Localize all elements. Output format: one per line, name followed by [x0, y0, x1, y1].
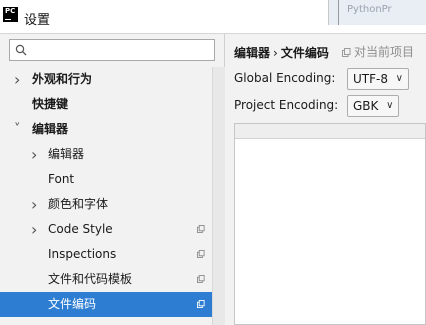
chevron-right-icon[interactable]: ›	[14, 67, 20, 92]
path-encoding-table[interactable]	[234, 123, 426, 325]
sidebar-item-label: 文件编码	[48, 297, 97, 311]
sidebar-item-label: 外观和行为	[32, 72, 93, 86]
sidebar-item[interactable]: › 编辑器	[0, 142, 224, 167]
sidebar-item-label: 快捷键	[32, 97, 69, 111]
background-window-text: PythonPr	[347, 4, 392, 15]
sidebar-item-label: 编辑器	[32, 122, 69, 136]
project-encoding-value: GBK	[353, 99, 379, 113]
sidebar-item[interactable]: 文件编码	[0, 292, 224, 317]
sidebar-item-label: Font	[48, 172, 75, 186]
sidebar-item[interactable]: ˅ 编辑器	[0, 117, 224, 142]
breadcrumb-parent: 编辑器	[234, 46, 271, 60]
global-encoding-label: Global Encoding:	[234, 71, 336, 85]
sidebar-scrollbar[interactable]	[212, 67, 225, 325]
project-copy-icon	[197, 275, 205, 283]
global-encoding-dropdown[interactable]: UTF-8 ∨	[347, 68, 409, 90]
global-encoding-value: UTF-8	[353, 72, 388, 86]
project-encoding-dropdown[interactable]: GBK ∨	[347, 95, 400, 117]
project-copy-icon	[197, 250, 205, 258]
project-copy-icon	[342, 48, 351, 57]
project-scope-note: 对当前项目	[342, 43, 414, 60]
chevron-right-icon[interactable]: ›	[31, 217, 37, 242]
settings-content: 编辑器 › 文件编码 对当前项目 Global Encoding: UTF-8 ∨ …	[225, 34, 426, 325]
breadcrumb: 编辑器 › 文件编码	[234, 44, 329, 61]
sidebar-item-label: 颜色和字体	[48, 197, 109, 211]
sidebar-item[interactable]: › 颜色和字体	[0, 192, 224, 217]
window-title: 设置	[24, 13, 51, 28]
chevron-right-icon[interactable]: ›	[31, 142, 37, 167]
app-icon-text: PC	[5, 7, 16, 15]
sidebar-item[interactable]: Font	[0, 167, 224, 192]
project-copy-icon	[197, 225, 205, 233]
breadcrumb-separator: ›	[273, 46, 278, 60]
sidebar-item-label: 文件和代码模板	[48, 272, 133, 286]
table-header	[235, 124, 425, 139]
settings-sidebar: › 外观和行为快捷键 ˅ 编辑器 › 编辑器 Font › 颜色和字体 › Code Style In…	[0, 34, 225, 325]
sidebar-item[interactable]: 文件和代码模板	[0, 267, 224, 292]
pycharm-app-icon: PC	[3, 7, 18, 22]
chevron-down-icon[interactable]: ˅	[14, 117, 21, 142]
search-input[interactable]	[9, 39, 215, 61]
title-bar: PC 设置 PythonPr	[0, 0, 426, 34]
sidebar-item-label: Inspections	[48, 247, 117, 261]
project-encoding-label: Project Encoding:	[234, 98, 339, 112]
sidebar-item-label: Code Style	[48, 222, 113, 236]
breadcrumb-current: 文件编码	[280, 46, 329, 60]
sidebar-item[interactable]: 快捷键	[0, 92, 224, 117]
sidebar-item[interactable]: › Code Style	[0, 217, 224, 242]
chevron-right-icon[interactable]: ›	[31, 192, 37, 217]
sidebar-item[interactable]: Inspections	[0, 242, 224, 267]
sidebar-item-label: 编辑器	[48, 147, 85, 161]
chevron-down-icon: ∨	[395, 73, 403, 84]
project-scope-label: 对当前项目	[354, 45, 415, 59]
sidebar-item[interactable]: › 外观和行为	[0, 67, 224, 92]
project-copy-icon	[197, 300, 205, 308]
chevron-down-icon: ∨	[386, 100, 394, 111]
search-icon	[15, 44, 27, 56]
background-window-strip: PythonPr	[328, 0, 426, 25]
